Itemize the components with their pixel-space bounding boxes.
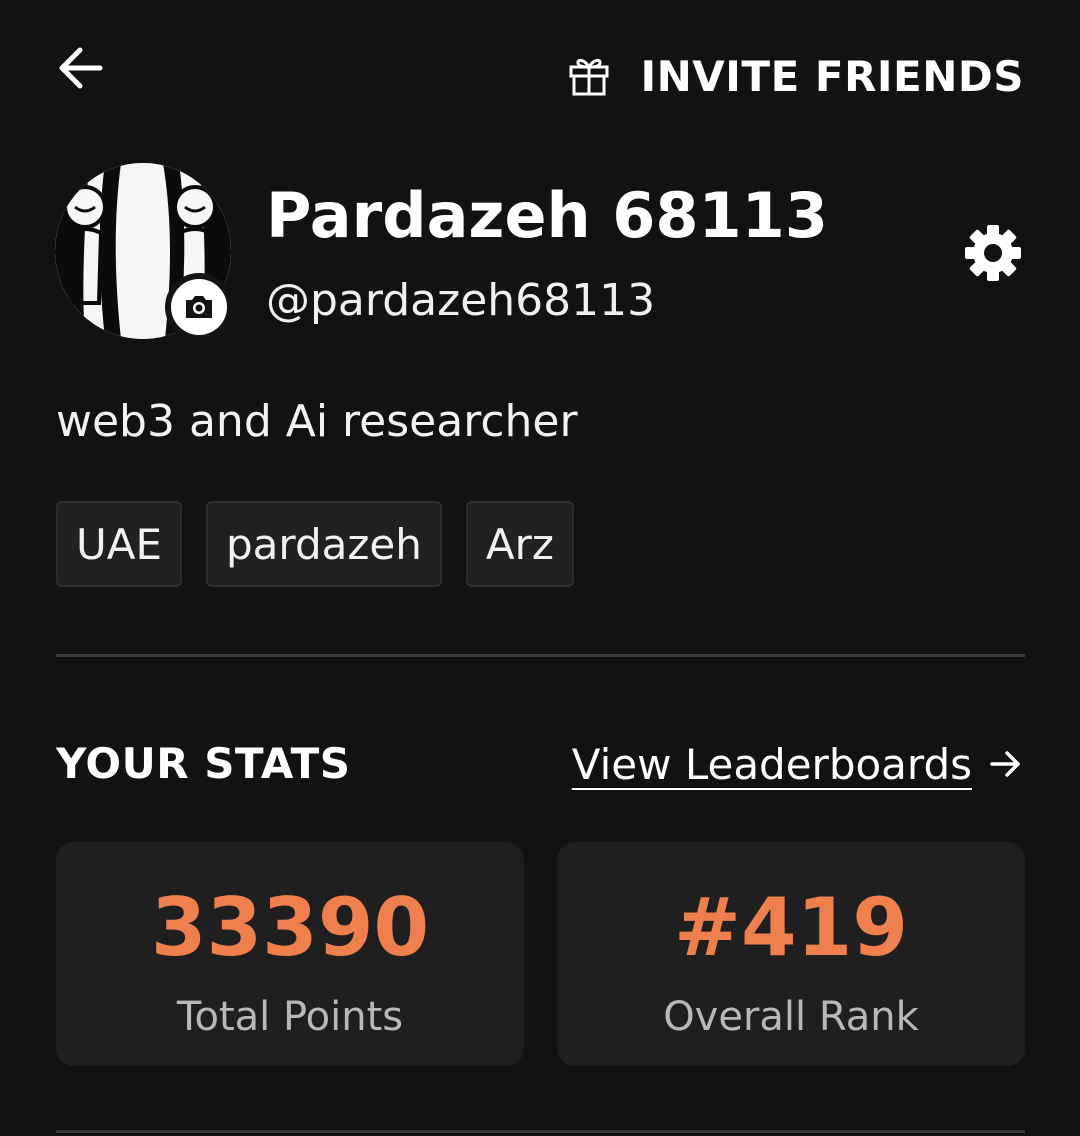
view-leaderboards-link[interactable]: View Leaderboards [572,736,1024,792]
settings-button[interactable] [962,222,1024,284]
profile-tags: UAE pardazeh Arz [56,501,574,587]
change-photo-button[interactable] [165,273,233,341]
arrow-left-icon [59,47,103,89]
user-handle: @pardazeh68113 [266,275,656,326]
view-leaderboards-label: View Leaderboards [571,739,972,789]
overall-rank-value: #419 [673,881,909,974]
camera-icon [186,296,212,318]
total-points-label: Total Points [176,994,404,1040]
tag-chip[interactable]: pardazeh [206,501,442,587]
total-points-value: 33390 [150,881,430,974]
overall-rank-card: #419 Overall Rank [557,842,1025,1066]
tag-chip[interactable]: UAE [56,501,183,587]
back-button[interactable] [56,36,120,100]
arrow-right-icon [990,751,1020,777]
invite-friends-button[interactable]: INVITE FRIENDS [567,40,1024,112]
overall-rank-label: Overall Rank [663,994,919,1040]
section-divider [56,1130,1025,1133]
invite-friends-label: INVITE FRIENDS [640,51,1024,101]
total-points-card: 33390 Total Points [56,842,524,1066]
stats-heading: YOUR STATS [56,739,351,788]
profile-bio: web3 and Ai researcher [56,396,578,447]
gift-icon [569,58,609,96]
section-divider [56,654,1025,657]
tag-chip[interactable]: Arz [465,501,574,587]
profile-avatar[interactable] [55,163,233,341]
gear-icon [965,225,1021,281]
display-name: Pardazeh 68113 [266,179,828,252]
